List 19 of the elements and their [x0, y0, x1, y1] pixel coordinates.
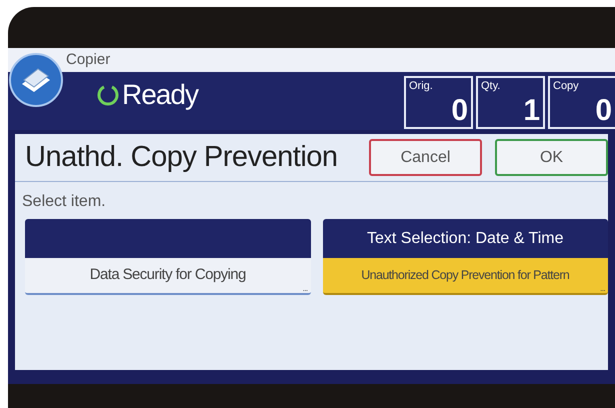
counter-value: 0	[595, 94, 612, 126]
counter-label: Orig.	[409, 79, 433, 94]
more-indicator: ...	[302, 285, 308, 293]
ready-icon	[96, 83, 120, 107]
counter-value: 1	[523, 94, 540, 126]
counter-label: Qty.	[481, 79, 500, 94]
more-indicator: ...	[600, 285, 605, 293]
prompt-text: Select item.	[22, 192, 107, 212]
option-button[interactable]: Unauthorized Copy Prevention for Pattern ...	[322, 258, 608, 295]
ok-button[interactable]: OK	[495, 139, 608, 176]
counter-value: 0	[451, 94, 468, 126]
copier-icon	[8, 52, 64, 108]
cancel-button[interactable]: Cancel	[369, 139, 482, 176]
app-title: Copier	[66, 51, 110, 68]
counter-label: Copy	[553, 79, 579, 94]
dialog-title: Unathd. Copy Prevention	[25, 140, 338, 175]
status-text: Ready	[122, 78, 198, 112]
option-header: Text Selection: Date & Time	[322, 219, 608, 258]
option-button[interactable]: Data Security for Copying ...	[25, 258, 310, 295]
